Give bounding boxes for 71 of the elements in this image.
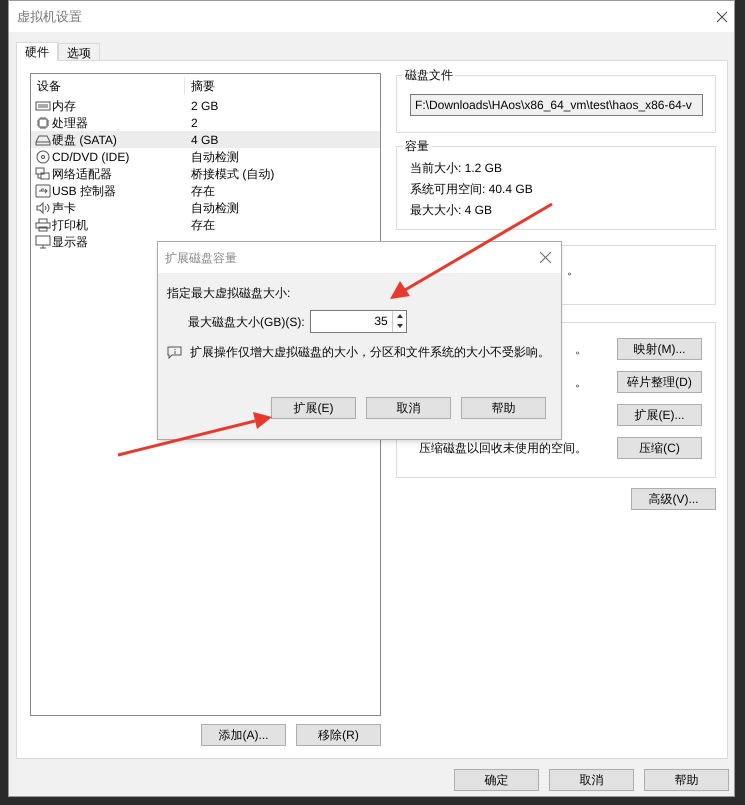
dialog-button[interactable]: 扩展(E)	[271, 397, 356, 419]
prompt-text: 指定最大虚拟磁盘大小:	[167, 285, 292, 302]
device-row[interactable]: 内存 2 GB	[31, 97, 380, 114]
dialog-title: 扩展磁盘容量	[165, 250, 237, 266]
capacity-text: 当前大小: 1.2 GB	[410, 160, 504, 177]
device-row[interactable]: 处理器 2	[31, 114, 380, 131]
printer-icon	[35, 218, 51, 232]
monitor-icon	[35, 234, 51, 248]
utility-text: 压缩磁盘以回收未使用的空间。	[419, 440, 587, 457]
device-name: 处理器	[52, 114, 88, 132]
device-name: 网络适配器	[52, 166, 112, 182]
device-summary: 自动检测	[190, 200, 239, 216]
tab[interactable]: 选项	[58, 43, 100, 60]
size-label: 最大磁盘大小(GB)(S):	[188, 314, 305, 330]
capacity-text: 系统可用空间: 40.4 GB	[410, 181, 534, 198]
column-header: 摘要	[190, 78, 215, 95]
device-button[interactable]: 添加(A)...	[201, 724, 286, 746]
device-name: 内存	[52, 98, 76, 114]
disk-file-field[interactable]: F:\Downloads\HAos\x86_64_vm\test\haos_x86-64-v	[410, 94, 703, 116]
device-button[interactable]: 移除(R)	[296, 724, 381, 746]
close-icon[interactable]	[540, 252, 551, 263]
info-icon	[167, 346, 182, 358]
size-spinbox[interactable]: 35	[310, 310, 407, 333]
device-name: 声卡	[52, 200, 76, 216]
dialog-button[interactable]: 取消	[366, 397, 451, 419]
device-row[interactable]: USB 控制器 存在	[31, 182, 380, 199]
capacity-text: 最大大小: 4 GB	[410, 202, 494, 219]
device-row[interactable]: 声卡 自动检测	[31, 199, 380, 216]
device-summary: 存在	[190, 216, 215, 234]
device-row[interactable]: 网络适配器 桥接模式 (自动)	[31, 165, 380, 182]
device-row[interactable]: CD/DVD (IDE) 自动检测	[31, 148, 380, 165]
utility-text: 。	[575, 341, 587, 358]
network-icon	[35, 166, 51, 180]
utility-button[interactable]: 映射(M)...	[617, 338, 702, 360]
column-header: 设备	[31, 77, 185, 95]
memory-icon	[35, 98, 51, 112]
tab[interactable]: 硬件	[16, 42, 58, 61]
utility-text: 。	[575, 374, 587, 391]
utility-button[interactable]: 压缩(C)	[617, 437, 702, 459]
device-name: 打印机	[52, 216, 88, 234]
device-name: CD/DVD (IDE)	[52, 148, 130, 166]
size-value: 35	[373, 313, 389, 330]
usb-icon	[35, 184, 51, 198]
dialog-button[interactable]: 帮助	[461, 397, 546, 419]
disc-icon	[35, 150, 51, 164]
window-title: 虚拟机设置	[17, 8, 82, 26]
device-row[interactable]: 打印机 存在	[31, 216, 380, 233]
utility-button[interactable]: 扩展(E)...	[617, 404, 702, 426]
utility-button[interactable]: 碎片整理(D)	[617, 371, 702, 393]
advanced-button[interactable]: 高级(V)...	[631, 488, 716, 510]
device-name: 显示器	[52, 234, 88, 250]
device-row[interactable]: 硬盘 (SATA) 4 GB	[31, 131, 380, 148]
speaker-icon	[35, 200, 51, 214]
space-text: 。	[567, 263, 579, 277]
device-summary: 4 GB	[190, 132, 218, 148]
device-row[interactable]: 显示器	[31, 233, 380, 250]
device-name: USB 控制器	[52, 182, 116, 200]
device-summary: 自动检测	[190, 148, 239, 166]
footer-button[interactable]: 取消	[549, 769, 634, 791]
group-title: 磁盘文件	[403, 67, 455, 83]
device-summary: 2	[190, 114, 198, 132]
chip-icon	[35, 116, 51, 130]
device-summary: 2 GB	[190, 98, 218, 114]
footer-button[interactable]: 帮助	[644, 769, 729, 791]
close-icon[interactable]	[716, 10, 728, 22]
device-name: 硬盘 (SATA)	[52, 132, 117, 148]
group-title: 容量	[403, 138, 431, 154]
device-summary: 桥接模式 (自动)	[190, 166, 274, 182]
note-text: 扩展操作仅增大虚拟磁盘的大小，分区和文件系统的大小不受影响。	[190, 344, 550, 361]
footer-button[interactable]: 确定	[454, 769, 539, 791]
device-summary: 存在	[190, 182, 215, 200]
